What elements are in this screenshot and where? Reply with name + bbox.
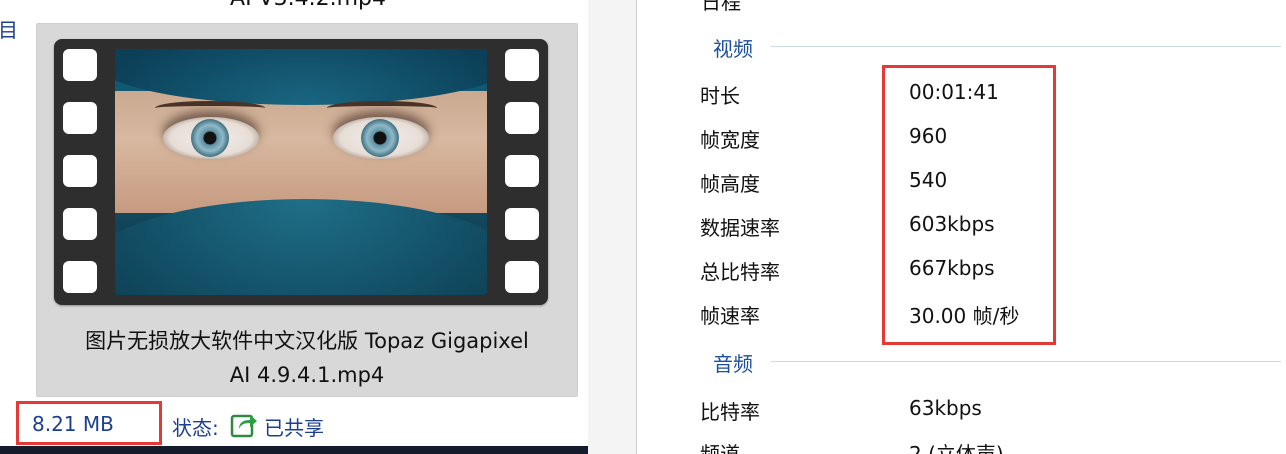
prop-name-channels: 频道 (700, 442, 740, 454)
prop-name-audio-bitrate: 比特率 (700, 400, 760, 424)
prop-name-frame-width: 帧宽度 (700, 128, 760, 152)
prop-value-channels: 2 (立体声) (909, 442, 1004, 454)
status-value: 已共享 (264, 416, 324, 440)
prop-value-audio-bitrate: 63kbps (909, 396, 982, 420)
prop-name-frame-rate: 帧速率 (700, 304, 760, 328)
film-sprockets-right (505, 49, 539, 299)
file-name-label: 图片无损放大软件中文汉化版 Topaz Gigapixel AI 4.9.4.1… (37, 324, 577, 392)
previous-property-label: 日程 (701, 0, 741, 14)
video-values-highlight-box (882, 65, 1056, 345)
video-thumbnail-icon (54, 39, 548, 305)
prop-name-duration: 时长 (700, 84, 740, 108)
properties-panel: 日程 视频 时长 00:01:41 帧宽度 960 帧高度 540 数据速率 6… (588, 0, 1286, 454)
file-size-value: 8.21 MB (32, 412, 114, 436)
video-file-tile[interactable]: 图片无损放大软件中文汉化版 Topaz Gigapixel AI 4.9.4.1… (36, 23, 578, 397)
share-arrow-icon (230, 414, 257, 438)
video-section-divider (771, 46, 1281, 47)
file-preview-panel: AI V3.4.2.mp4 图片无损放大软件中文汉化版 Topaz Gigapi… (0, 0, 588, 454)
film-sprockets-left (63, 49, 97, 299)
prop-name-total-bitrate: 总比特率 (700, 260, 780, 284)
taskbar-edge (0, 446, 588, 454)
item-count-label-fragment: 目 (0, 18, 18, 42)
file-name-line-2: AI 4.9.4.1.mp4 (229, 363, 385, 387)
previous-file-name[interactable]: AI V3.4.2.mp4 (0, 0, 616, 11)
audio-section-heading: 音频 (713, 352, 753, 376)
prop-name-data-rate: 数据速率 (700, 216, 780, 240)
audio-section-divider (771, 361, 1281, 362)
details-list: 日程 视频 时长 00:01:41 帧宽度 960 帧高度 540 数据速率 6… (636, 0, 1286, 454)
status-label: 状态: (172, 416, 219, 440)
prop-name-frame-height: 帧高度 (700, 172, 760, 196)
video-section-heading: 视频 (713, 37, 753, 61)
video-thumbnail-image (115, 49, 487, 295)
file-name-line-1: 图片无损放大软件中文汉化版 Topaz Gigapixel (85, 329, 529, 353)
